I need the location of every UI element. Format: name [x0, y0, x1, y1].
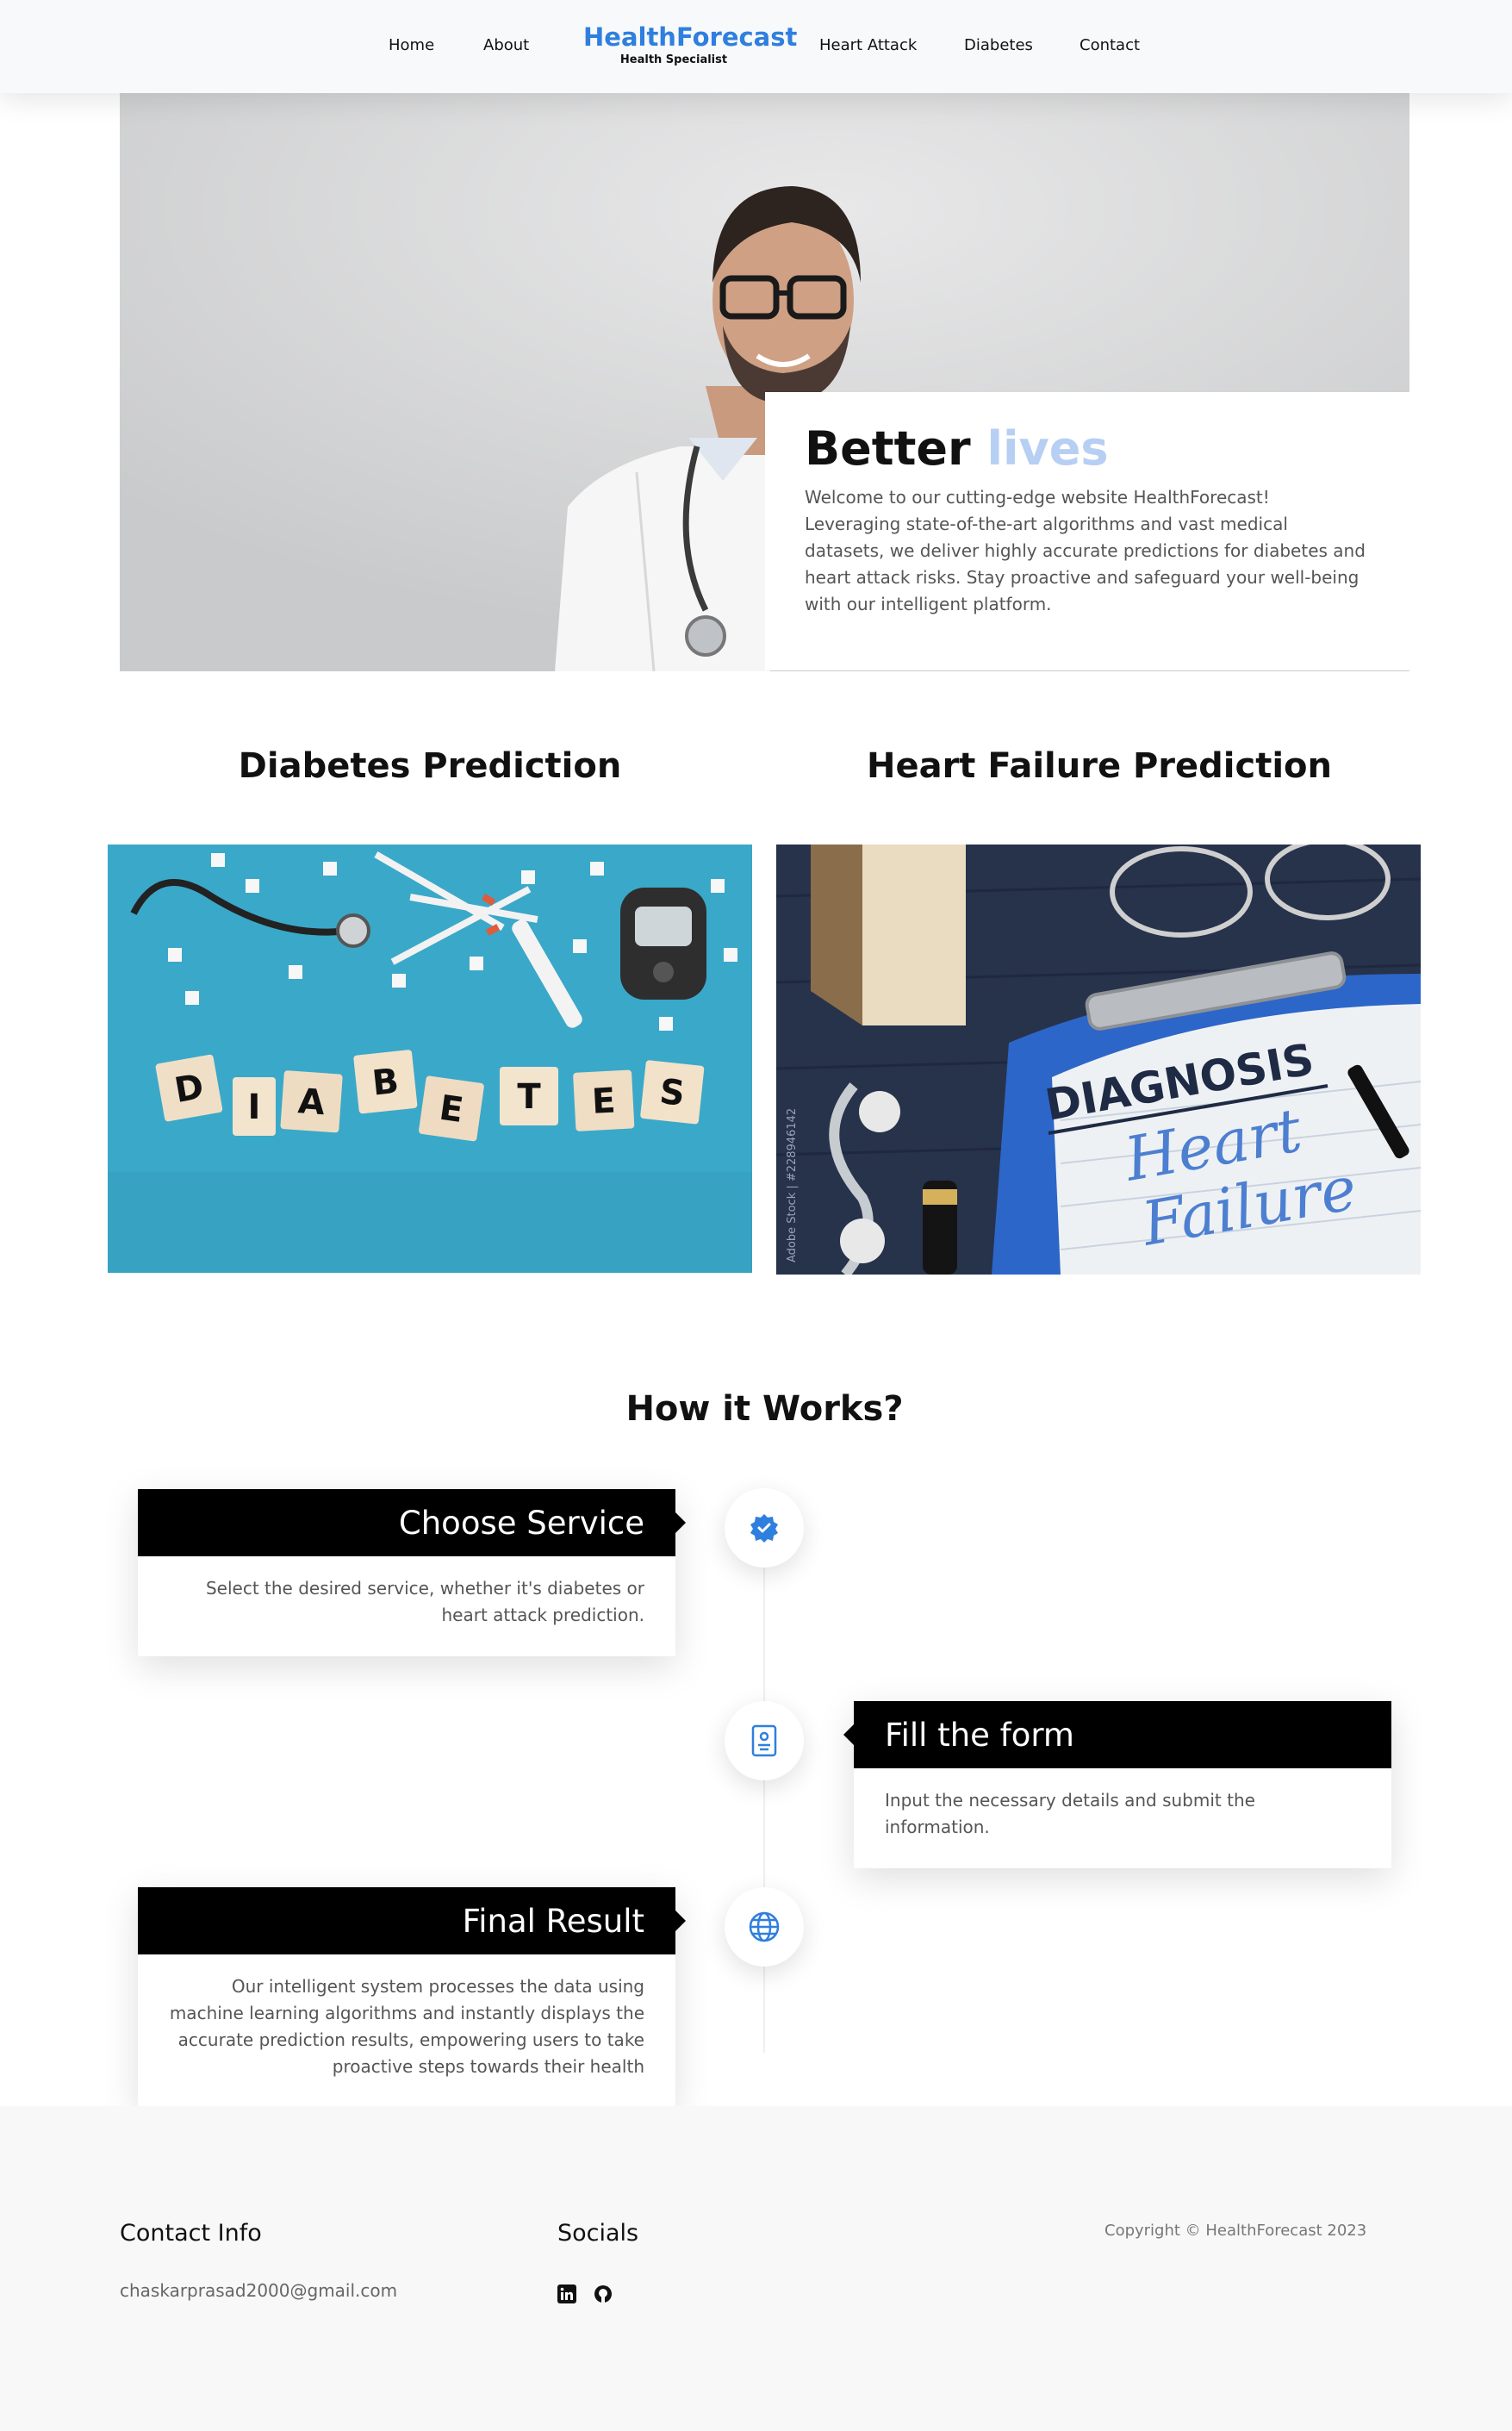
linkedin-icon[interactable] — [557, 2284, 577, 2304]
step-description: Input the necessary details and submit t… — [885, 1790, 1255, 1837]
step-icon-fill-form — [725, 1701, 804, 1780]
hero-title: Better lives — [805, 423, 1370, 474]
how-it-works-title: How it Works? — [625, 1389, 904, 1429]
diabetes-illustration: D I A B E T E S — [108, 845, 752, 1273]
nav-diabetes-link[interactable]: Diabetes — [964, 36, 1033, 54]
step-description: Our intelligent system processes the dat… — [169, 1976, 644, 2077]
hero-title-main: Better — [805, 421, 971, 476]
nav-about-link[interactable]: About — [483, 36, 529, 54]
heart-failure-prediction-image[interactable]: DIAGNOSIS Heart Failure Adobe Stock | #2… — [776, 845, 1421, 1275]
footer-contact-heading: Contact Info — [120, 2220, 262, 2247]
nav-home-link[interactable]: Home — [389, 36, 434, 54]
step-title: Choose Service — [138, 1489, 686, 1556]
footer-copyright: Copyright © HealthForecast 2023 — [1104, 2222, 1367, 2240]
diabetes-prediction-title[interactable]: Diabetes Prediction — [120, 746, 740, 786]
hero-title-accent: lives — [986, 421, 1109, 476]
diabetes-tile-letter: T — [517, 1077, 541, 1117]
step-title: Fill the form — [843, 1701, 1391, 1768]
github-icon[interactable] — [593, 2284, 613, 2304]
diabetes-tile-letter: B — [370, 1062, 401, 1104]
nav-contact-link[interactable]: Contact — [1080, 36, 1140, 54]
footer-email-link[interactable]: chaskarprasad2000@gmail.com — [120, 2280, 397, 2301]
diabetes-tile-letter: I — [248, 1088, 261, 1127]
heart-failure-illustration: DIAGNOSIS Heart Failure Adobe Stock | #2… — [776, 845, 1421, 1275]
brand-subtitle: Health Specialist — [619, 53, 728, 66]
stock-watermark: Adobe Stock | #228946142 — [786, 1108, 799, 1262]
step-card-fill-form: Fill the form Input the necessary detail… — [843, 1701, 1391, 1868]
step-icon-final-result — [725, 1887, 804, 1967]
navbar: Home About HealthForecast Health Special… — [0, 0, 1512, 93]
diabetes-tile-letter: A — [296, 1081, 326, 1123]
hero-intro-card: Better lives Welcome to our cutting-edge… — [765, 392, 1409, 670]
timeline-line — [763, 1527, 765, 2053]
hero-description: Welcome to our cutting-edge website Heal… — [805, 487, 1366, 615]
globe-icon — [749, 1911, 780, 1942]
id-card-icon — [751, 1724, 777, 1757]
step-card-final-result: Final Result Our intelligent system proc… — [138, 1887, 686, 2108]
diabetes-tile-letter: E — [591, 1081, 617, 1121]
verified-badge-icon — [750, 1514, 778, 1543]
step-icon-choose-service — [725, 1488, 804, 1568]
brand-title: HealthForecast — [583, 22, 798, 52]
diabetes-prediction-image[interactable]: D I A B E T E S — [108, 845, 752, 1273]
footer — [0, 2106, 1512, 2431]
heart-failure-prediction-title[interactable]: Heart Failure Prediction — [772, 746, 1427, 786]
step-description: Select the desired service, whether it's… — [205, 1578, 644, 1625]
step-card-choose-service: Choose Service Select the desired servic… — [138, 1489, 686, 1656]
nav-heart-attack-link[interactable]: Heart Attack — [819, 36, 917, 54]
footer-socials-heading: Socials — [557, 2220, 639, 2247]
brand-logo[interactable]: HealthForecast Health Specialist — [583, 22, 798, 66]
step-title: Final Result — [138, 1887, 686, 1954]
diabetes-tile-letter: S — [657, 1072, 686, 1114]
